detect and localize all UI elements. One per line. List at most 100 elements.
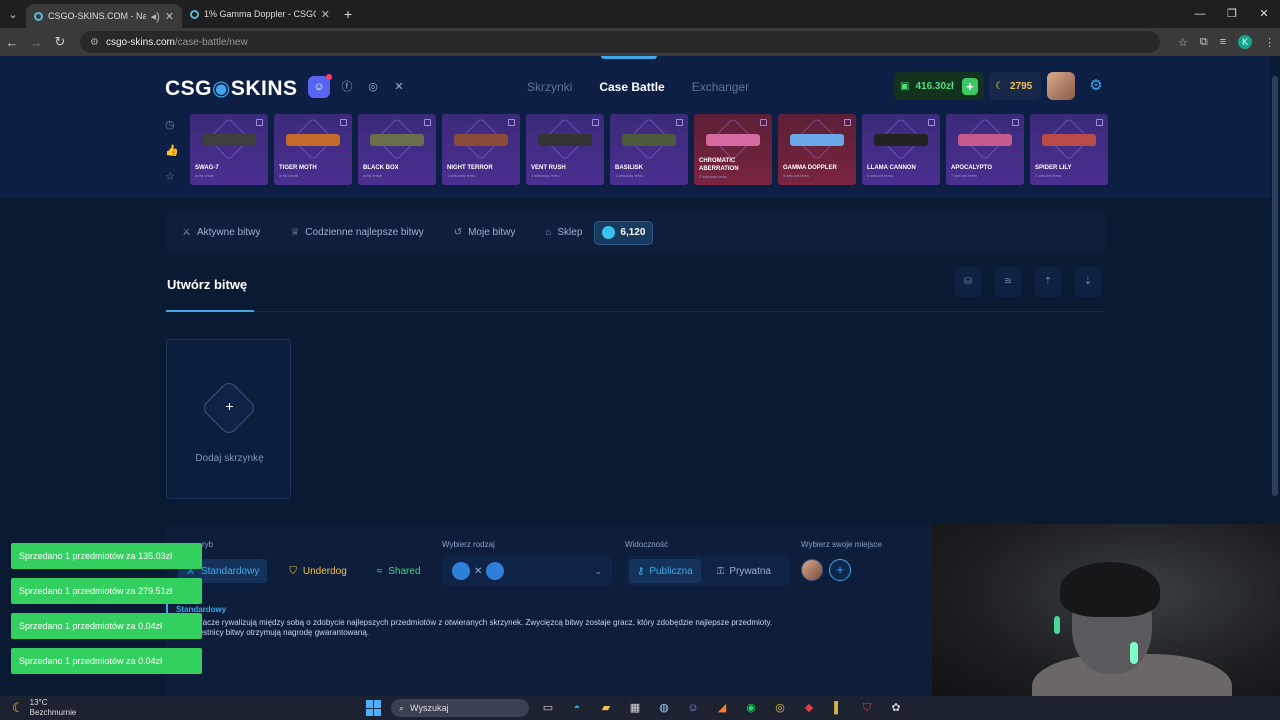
app-icon[interactable]: ◢: [712, 698, 732, 718]
profile-avatar[interactable]: K: [1238, 35, 1253, 49]
edge-icon[interactable]: ◓: [567, 698, 587, 718]
favorites-star-icon[interactable]: ☆: [165, 170, 179, 183]
mode-label-text: Shared: [388, 565, 421, 577]
app-icon[interactable]: ◆: [799, 698, 819, 718]
recent-clock-icon[interactable]: ◷: [165, 118, 179, 131]
nav-case-battle[interactable]: Case Battle: [599, 80, 664, 94]
store-icon[interactable]: ▦: [625, 698, 645, 718]
live-drops-filter: ◷ 👍 ☆: [165, 118, 179, 183]
close-window-icon[interactable]: ✕: [1248, 0, 1280, 28]
mode-selector: ⚔ Standardowy ⛉ Underdog ≈ Shared: [178, 559, 429, 583]
close-tab-icon[interactable]: ✕: [165, 10, 174, 23]
facebook-icon[interactable]: ⓕ: [338, 78, 356, 96]
user-avatar[interactable]: [1047, 72, 1075, 100]
app-icon[interactable]: ✿: [886, 698, 906, 718]
banana-coin-icon: ☾: [995, 80, 1004, 92]
shield-app-icon[interactable]: ⛉: [857, 698, 877, 718]
reload-icon[interactable]: ↻: [48, 34, 72, 50]
tab-search-icon[interactable]: ⌄: [0, 8, 26, 21]
browser-tab-1[interactable]: CSGO-SKINS.COM - Najlep ◂) ✕: [26, 4, 182, 28]
gems-balance[interactable]: 6,120: [594, 220, 654, 245]
coins-widget[interactable]: ☾ 2795: [989, 72, 1041, 100]
tab-daily-best-battles[interactable]: ♕ Codzienne najlepsze bitwy: [290, 227, 423, 238]
sale-toast[interactable]: Sprzedano 1 przedmiotów za 0.04zł: [11, 613, 202, 639]
extensions-icon[interactable]: ⧉: [1200, 36, 1208, 49]
drop-card[interactable]: GAMMA DOPPLER 5 sekund temu: [778, 114, 856, 185]
bookmark-star-icon[interactable]: ☆: [1178, 36, 1188, 49]
visibility-private-button[interactable]: ⚿ Prywatna: [709, 559, 779, 583]
x-twitter-icon[interactable]: ✕: [390, 78, 408, 96]
seat-2-plus-button[interactable]: +: [829, 559, 851, 581]
chrome-icon[interactable]: ◎: [770, 698, 790, 718]
shop-icon: ⌂: [545, 227, 552, 238]
minimize-icon[interactable]: —: [1184, 0, 1216, 28]
restore-icon[interactable]: ❐: [1216, 0, 1248, 28]
taskbar-search[interactable]: ⌕ Wyszukaj: [391, 699, 529, 717]
tab-my-battles[interactable]: ↺ Moje bitwy: [454, 227, 516, 238]
back-icon[interactable]: ←: [0, 35, 24, 50]
tab-shop[interactable]: ⌂ Sklep: [545, 227, 582, 238]
top-thumbs-up-icon[interactable]: 👍: [165, 144, 179, 157]
layers-icon[interactable]: ≋: [995, 267, 1021, 297]
drop-name: CHROMATIC ABERRATION: [699, 158, 739, 172]
plus-icon: +: [225, 398, 234, 414]
drop-card[interactable]: NIGHT TERROR 1 sekundę temu: [442, 114, 520, 185]
new-tab-icon[interactable]: +: [344, 6, 352, 22]
discord-taskbar-icon[interactable]: ☺: [683, 698, 703, 718]
nav-skrzynki[interactable]: Skrzynki: [527, 80, 572, 94]
forward-icon[interactable]: →: [24, 35, 48, 50]
mode-shared-button[interactable]: ≈ Shared: [369, 559, 429, 583]
logo-text-right: SKINS: [230, 77, 298, 100]
drop-card[interactable]: LLAMA CANNON 6 sekund temu: [862, 114, 940, 185]
instagram-icon[interactable]: ◎: [364, 78, 382, 96]
drop-name: SPIDER LILY: [1035, 165, 1072, 171]
media-control-icon[interactable]: ≡: [1220, 36, 1226, 48]
windows-start-icon[interactable]: [366, 700, 382, 716]
drop-time: 2 sekundy temu: [699, 174, 728, 179]
discord-icon[interactable]: ☺: [308, 74, 332, 98]
sort-asc-icon[interactable]: ⇡: [1035, 267, 1061, 297]
windows-taskbar: ☾ 13°C Bezchmurnie ⌕ Wyszukaj ▭ ◓ ▰ ▦ ◍ ☺…: [0, 696, 1280, 720]
tab-active-battles[interactable]: ⚔ Aktywne bitwy: [182, 227, 260, 238]
mode-underdog-button[interactable]: ⛉ Underdog: [281, 559, 354, 583]
weather-widget[interactable]: ☾ 13°C Bezchmurnie: [12, 696, 76, 720]
drop-card[interactable]: BASILISK 1 sekundę temu: [610, 114, 688, 185]
bulk-add-icon[interactable]: ⛁: [955, 267, 981, 297]
drop-card[interactable]: SWAG-7 w tej chwili: [190, 114, 268, 185]
sort-desc-icon[interactable]: ⇣: [1075, 267, 1101, 297]
drop-name: APOCALYPTO: [951, 165, 993, 171]
drop-card[interactable]: VENT RUSH 1 sekundę temu: [526, 114, 604, 185]
url-field[interactable]: ⚙ csgo-skins.com/case-battle/new: [80, 31, 1160, 53]
add-case-card[interactable]: + Dodaj skrzynkę: [166, 339, 291, 499]
sale-toast[interactable]: Sprzedano 1 przedmiotów za 0.04zł: [11, 648, 202, 674]
site-info-icon[interactable]: ⚙: [90, 37, 99, 48]
scrollbar-thumb[interactable]: [1272, 76, 1278, 496]
seat-1-avatar[interactable]: [801, 559, 823, 581]
site-logo[interactable]: CSG◉SKINS: [165, 76, 298, 101]
sale-toast[interactable]: Sprzedano 1 przedmiotów za 135.03zł: [11, 543, 202, 569]
drop-card[interactable]: BLACK BOX w tej chwili: [358, 114, 436, 185]
drop-card[interactable]: SPIDER LILY 7 sekund temu: [1030, 114, 1108, 185]
close-tab-icon[interactable]: ✕: [321, 8, 330, 21]
battle-type-dropdown[interactable]: ✕ ⌄: [442, 556, 612, 586]
visibility-public-button[interactable]: ⚷ Publiczna: [629, 559, 701, 583]
seat-selector: +: [801, 559, 851, 581]
balance-widget[interactable]: ▣ 416.30zł +: [894, 72, 984, 100]
drop-card[interactable]: CHROMATIC ABERRATION 2 sekundy temu: [694, 114, 772, 185]
steam-icon[interactable]: ◍: [654, 698, 674, 718]
drop-card[interactable]: APOCALYPTO 7 sekund temu: [946, 114, 1024, 185]
browser-menu-icon[interactable]: ⋮: [1264, 36, 1275, 49]
file-explorer-icon[interactable]: ▰: [596, 698, 616, 718]
drop-time: 5 sekund temu: [783, 173, 810, 178]
browser-tab-2[interactable]: 1% Gamma Doppler - CSGO-Sk ✕: [182, 0, 338, 28]
task-view-icon[interactable]: ▭: [538, 698, 558, 718]
deposit-plus-button[interactable]: +: [961, 77, 978, 95]
speaker-icon[interactable]: ◂): [151, 10, 160, 23]
app-icon[interactable]: ▌: [828, 698, 848, 718]
spotify-icon[interactable]: ◉: [741, 698, 761, 718]
settings-gear-icon[interactable]: ⚙: [1083, 73, 1109, 99]
url-domain: csgo-skins.com: [105, 36, 175, 48]
nav-exchanger[interactable]: Exchanger: [692, 80, 749, 94]
drop-card[interactable]: TIGER MOTH w tej chwili: [274, 114, 352, 185]
sale-toast[interactable]: Sprzedano 1 przedmiotów za 279.51zł: [11, 578, 202, 604]
